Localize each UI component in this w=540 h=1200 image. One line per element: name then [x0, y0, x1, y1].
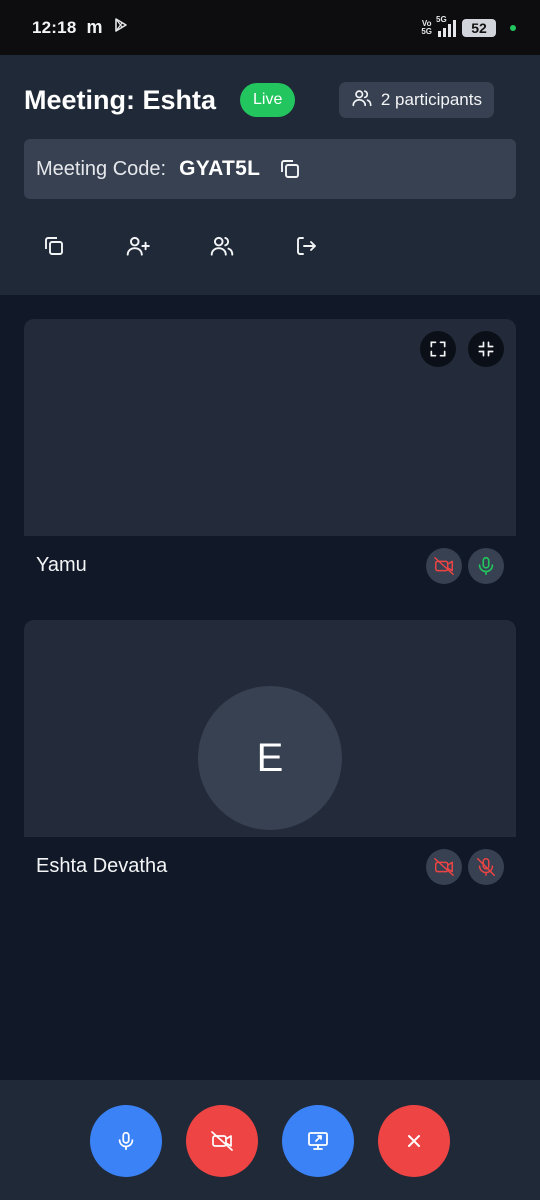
copy-icon [281, 160, 300, 178]
battery-icon: 52 [462, 18, 496, 37]
close-icon [408, 1135, 420, 1147]
participant-tile[interactable]: E Eshta Devatha [24, 620, 516, 896]
minimize-icon [478, 341, 494, 357]
fullscreen-icon [430, 341, 446, 357]
avatar: E [198, 686, 342, 830]
tile-tools [420, 331, 504, 367]
tile-footer: Yamu [24, 536, 516, 595]
meeting-header: Meeting: Eshta Live 2 participants Meeti… [0, 55, 540, 295]
network-type: 5G [436, 14, 447, 24]
camera-off-icon [211, 1131, 233, 1151]
invite-user-button[interactable] [114, 228, 162, 264]
play-store-icon [113, 17, 129, 38]
camera-off-icon [434, 857, 454, 876]
meeting-code-value: GYAT5L [179, 157, 261, 180]
participants-list-button[interactable] [198, 228, 246, 264]
participant-tile[interactable]: Yamu [24, 319, 516, 595]
participants-label: 2 participants [380, 90, 482, 109]
status-time: 12:18 [32, 17, 77, 37]
end-call-button[interactable] [378, 1105, 450, 1177]
mic-status [468, 848, 504, 885]
mic-icon [478, 556, 494, 575]
meeting-code-label: Meeting Code: [36, 157, 167, 180]
volte-bottom: 5G [421, 26, 432, 36]
camera-off-icon [434, 556, 454, 575]
user-plus-icon [126, 236, 150, 256]
copy-code-button[interactable] [278, 157, 302, 181]
users-icon [351, 87, 373, 114]
fullscreen-button[interactable] [420, 331, 456, 367]
status-left: 12:18 m [32, 17, 129, 38]
tile-status-icons [426, 547, 504, 584]
participants-button[interactable]: 2 participants [338, 82, 494, 118]
tile-status-icons [426, 848, 504, 885]
minimize-button[interactable] [468, 331, 504, 367]
camera-status [426, 547, 462, 584]
meeting-title: Meeting: Eshta [24, 84, 217, 115]
toggle-mic-button[interactable] [90, 1105, 162, 1177]
meeting-code-box: Meeting Code: GYAT5L [24, 139, 516, 199]
mic-off-icon [477, 857, 495, 876]
video-area: E [24, 620, 516, 837]
mic-status [468, 547, 504, 584]
mic-icon [118, 1131, 134, 1151]
privacy-dot-icon [510, 24, 516, 31]
participant-name: Eshta Devatha [36, 855, 168, 877]
share-screen-button[interactable] [282, 1105, 354, 1177]
call-controls [0, 1080, 540, 1200]
copy-link-button[interactable] [30, 228, 78, 264]
users-icon [210, 236, 234, 256]
status-bar: 12:18 m Vo 5G 5G 52 [0, 0, 540, 55]
live-badge: Live [240, 83, 296, 117]
participant-name: Yamu [36, 554, 87, 576]
tile-footer: Eshta Devatha [24, 837, 516, 896]
leave-meeting-button[interactable] [282, 228, 330, 264]
volte-indicator: Vo 5G [421, 19, 432, 36]
toggle-camera-button[interactable] [186, 1105, 258, 1177]
copy-icon [45, 237, 63, 255]
signal-icon: 5G [436, 14, 456, 37]
title-row: Meeting: Eshta Live 2 participants [24, 82, 516, 118]
app-notification-icon: m [86, 17, 103, 37]
camera-status [426, 848, 462, 885]
screen-share-icon [308, 1132, 328, 1150]
header-actions [30, 228, 366, 264]
exit-icon [297, 237, 316, 255]
status-right: Vo 5G 5G 52 [421, 14, 516, 37]
